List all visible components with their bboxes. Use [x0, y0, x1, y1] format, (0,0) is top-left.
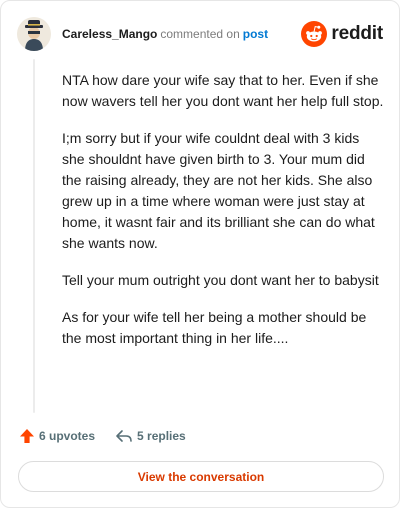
avatar[interactable] [17, 17, 51, 51]
reply-count: 5 replies [137, 429, 186, 443]
upvote-button[interactable]: 6 upvotes [19, 428, 95, 444]
comment-paragraph: I;m sorry but if your wife couldnt deal … [62, 130, 375, 251]
comment-body: NTA how dare your wife say that to her. … [62, 70, 384, 365]
comment-paragraph: As for your wife tell her being a mother… [62, 309, 367, 346]
reddit-snoo-icon [301, 21, 328, 47]
comment-paragraph: Tell your mum outright you dont want her… [62, 272, 379, 288]
upvote-arrow-icon [20, 429, 34, 443]
comment-paragraph: NTA how dare your wife say that to her. … [62, 72, 384, 109]
comment-card: Careless_Mango commented on post reddit NT… [0, 0, 400, 508]
author-name[interactable]: Careless_Mango [62, 27, 157, 41]
thread-line [33, 59, 35, 413]
post-link[interactable]: post [243, 27, 268, 41]
reddit-logo[interactable]: reddit [301, 21, 383, 47]
meta-text: commented on [160, 27, 240, 41]
upvote-count: 6 upvotes [39, 429, 96, 443]
brand-wordmark: reddit [331, 23, 383, 44]
byline: Careless_Mango commented on post [62, 27, 268, 41]
reply-arrow-icon [116, 430, 132, 442]
view-conversation-button[interactable]: View the conversation [18, 461, 384, 492]
replies-button[interactable]: 5 replies [115, 428, 186, 444]
comment-actions: 6 upvotes 5 replies [19, 426, 186, 446]
comment-header: Careless_Mango commented on post reddit [17, 17, 383, 51]
